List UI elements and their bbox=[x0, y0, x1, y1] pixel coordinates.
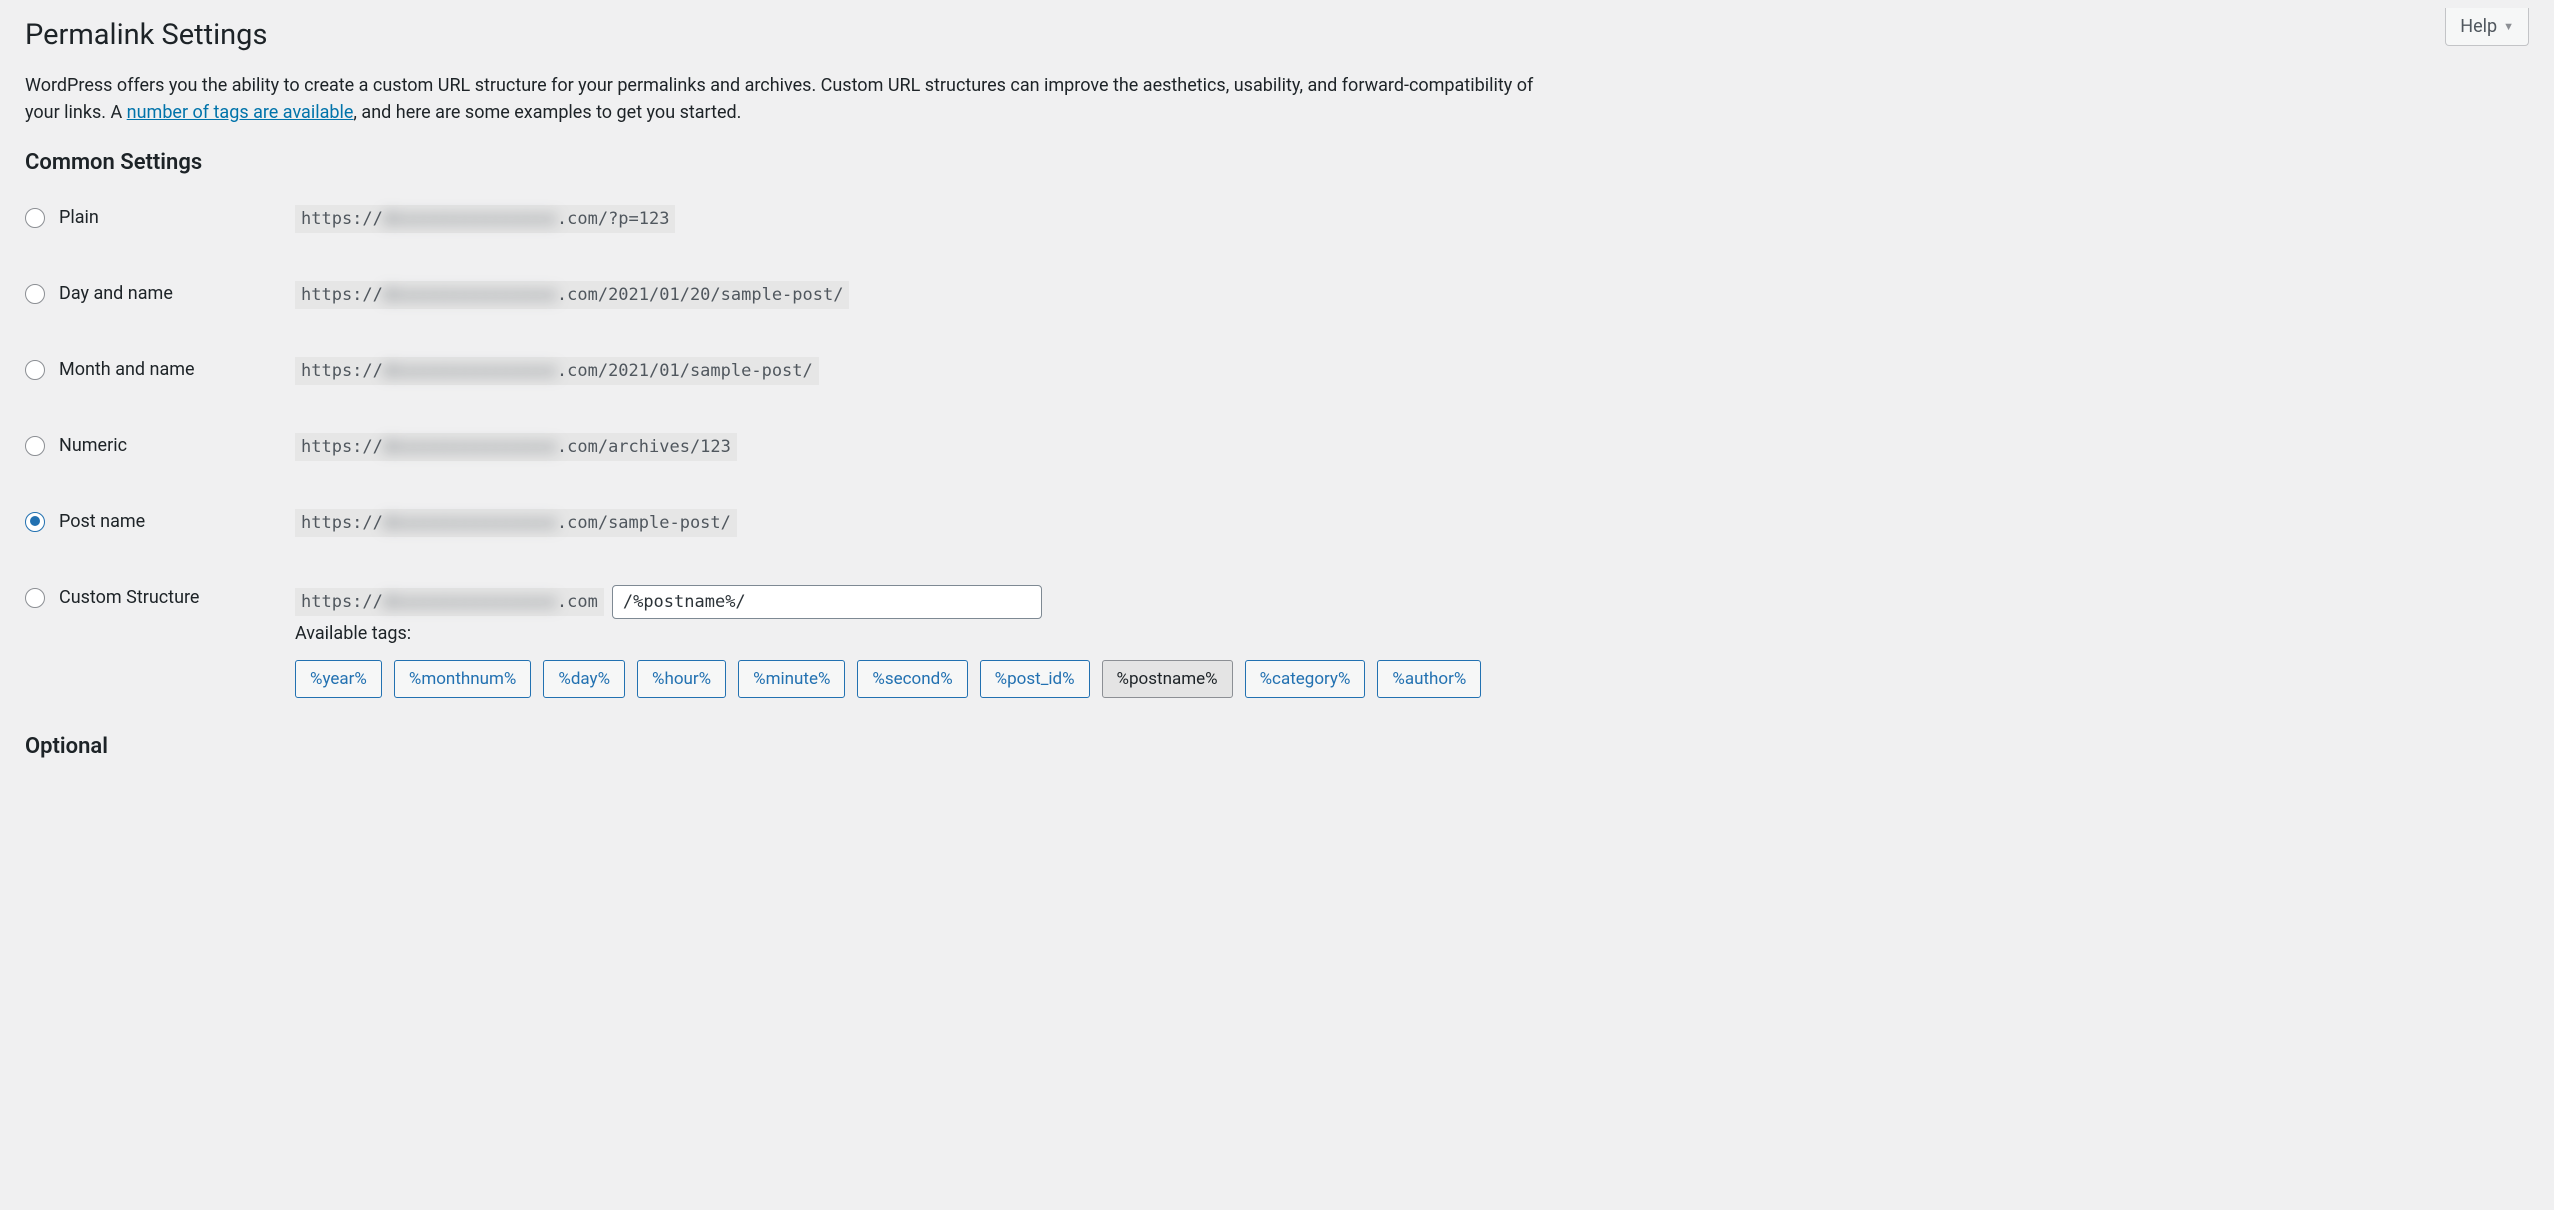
help-tab[interactable]: Help ▼ bbox=[2445, 8, 2529, 46]
example-numeric: https://dxxxxxxxxxxxxxxxx.com/archives/1… bbox=[295, 433, 737, 461]
option-numeric-row: Numeric https://dxxxxxxxxxxxxxxxx.com/ar… bbox=[25, 433, 2529, 461]
common-settings-heading: Common Settings bbox=[25, 150, 2529, 175]
permalink-options: Plain https://dxxxxxxxxxxxxxxxx.com/?p=1… bbox=[25, 205, 2529, 698]
tag-postname[interactable]: %postname% bbox=[1102, 660, 1233, 698]
option-postname-row: Post name https://dxxxxxxxxxxxxxxxx.com/… bbox=[25, 509, 2529, 537]
chevron-down-icon: ▼ bbox=[2503, 20, 2514, 33]
label-custom[interactable]: Custom Structure bbox=[59, 587, 199, 608]
radio-custom[interactable] bbox=[25, 588, 45, 608]
tag-day[interactable]: %day% bbox=[543, 660, 625, 698]
intro-post: , and here are some examples to get you … bbox=[353, 102, 741, 123]
label-numeric[interactable]: Numeric bbox=[59, 435, 127, 456]
available-tags-label: Available tags: bbox=[295, 623, 2529, 644]
tag-post-id[interactable]: %post_id% bbox=[980, 660, 1090, 698]
optional-heading: Optional bbox=[25, 734, 2529, 759]
page-title: Permalink Settings bbox=[25, 8, 2529, 52]
tag-monthnum[interactable]: %monthnum% bbox=[394, 660, 532, 698]
intro-text: WordPress offers you the ability to crea… bbox=[25, 72, 1545, 126]
radio-post-name[interactable] bbox=[25, 512, 45, 532]
radio-plain[interactable] bbox=[25, 208, 45, 228]
label-day-name[interactable]: Day and name bbox=[59, 283, 173, 304]
label-plain[interactable]: Plain bbox=[59, 207, 99, 228]
example-dayname: https://dxxxxxxxxxxxxxxxx.com/2021/01/20… bbox=[295, 281, 849, 309]
tag-second[interactable]: %second% bbox=[857, 660, 967, 698]
tag-category[interactable]: %category% bbox=[1245, 660, 1366, 698]
option-monthname-row: Month and name https://dxxxxxxxxxxxxxxxx… bbox=[25, 357, 2529, 385]
example-postname: https://dxxxxxxxxxxxxxxxx.com/sample-pos… bbox=[295, 509, 737, 537]
custom-structure-input[interactable] bbox=[612, 585, 1042, 619]
radio-numeric[interactable] bbox=[25, 436, 45, 456]
radio-month-name[interactable] bbox=[25, 360, 45, 380]
example-custom-prefix: https://dxxxxxxxxxxxxxxxx.com bbox=[295, 588, 604, 616]
tag-author[interactable]: %author% bbox=[1377, 660, 1481, 698]
example-plain: https://dxxxxxxxxxxxxxxxx.com/?p=123 bbox=[295, 205, 675, 233]
example-monthname: https://dxxxxxxxxxxxxxxxx.com/2021/01/sa… bbox=[295, 357, 819, 385]
tag-year[interactable]: %year% bbox=[295, 660, 382, 698]
tag-hour[interactable]: %hour% bbox=[637, 660, 726, 698]
label-month-name[interactable]: Month and name bbox=[59, 359, 195, 380]
option-plain-row: Plain https://dxxxxxxxxxxxxxxxx.com/?p=1… bbox=[25, 205, 2529, 233]
tags-available-link[interactable]: number of tags are available bbox=[127, 102, 354, 123]
option-custom-row: Custom Structure https://dxxxxxxxxxxxxxx… bbox=[25, 585, 2529, 619]
help-tab-label: Help bbox=[2460, 16, 2497, 37]
radio-day-name[interactable] bbox=[25, 284, 45, 304]
option-dayname-row: Day and name https://dxxxxxxxxxxxxxxxx.c… bbox=[25, 281, 2529, 309]
tags-container: %year% %monthnum% %day% %hour% %minute% … bbox=[295, 660, 2529, 698]
label-post-name[interactable]: Post name bbox=[59, 511, 145, 532]
available-tags-row: Available tags: %year% %monthnum% %day% … bbox=[25, 623, 2529, 698]
tag-minute[interactable]: %minute% bbox=[738, 660, 845, 698]
